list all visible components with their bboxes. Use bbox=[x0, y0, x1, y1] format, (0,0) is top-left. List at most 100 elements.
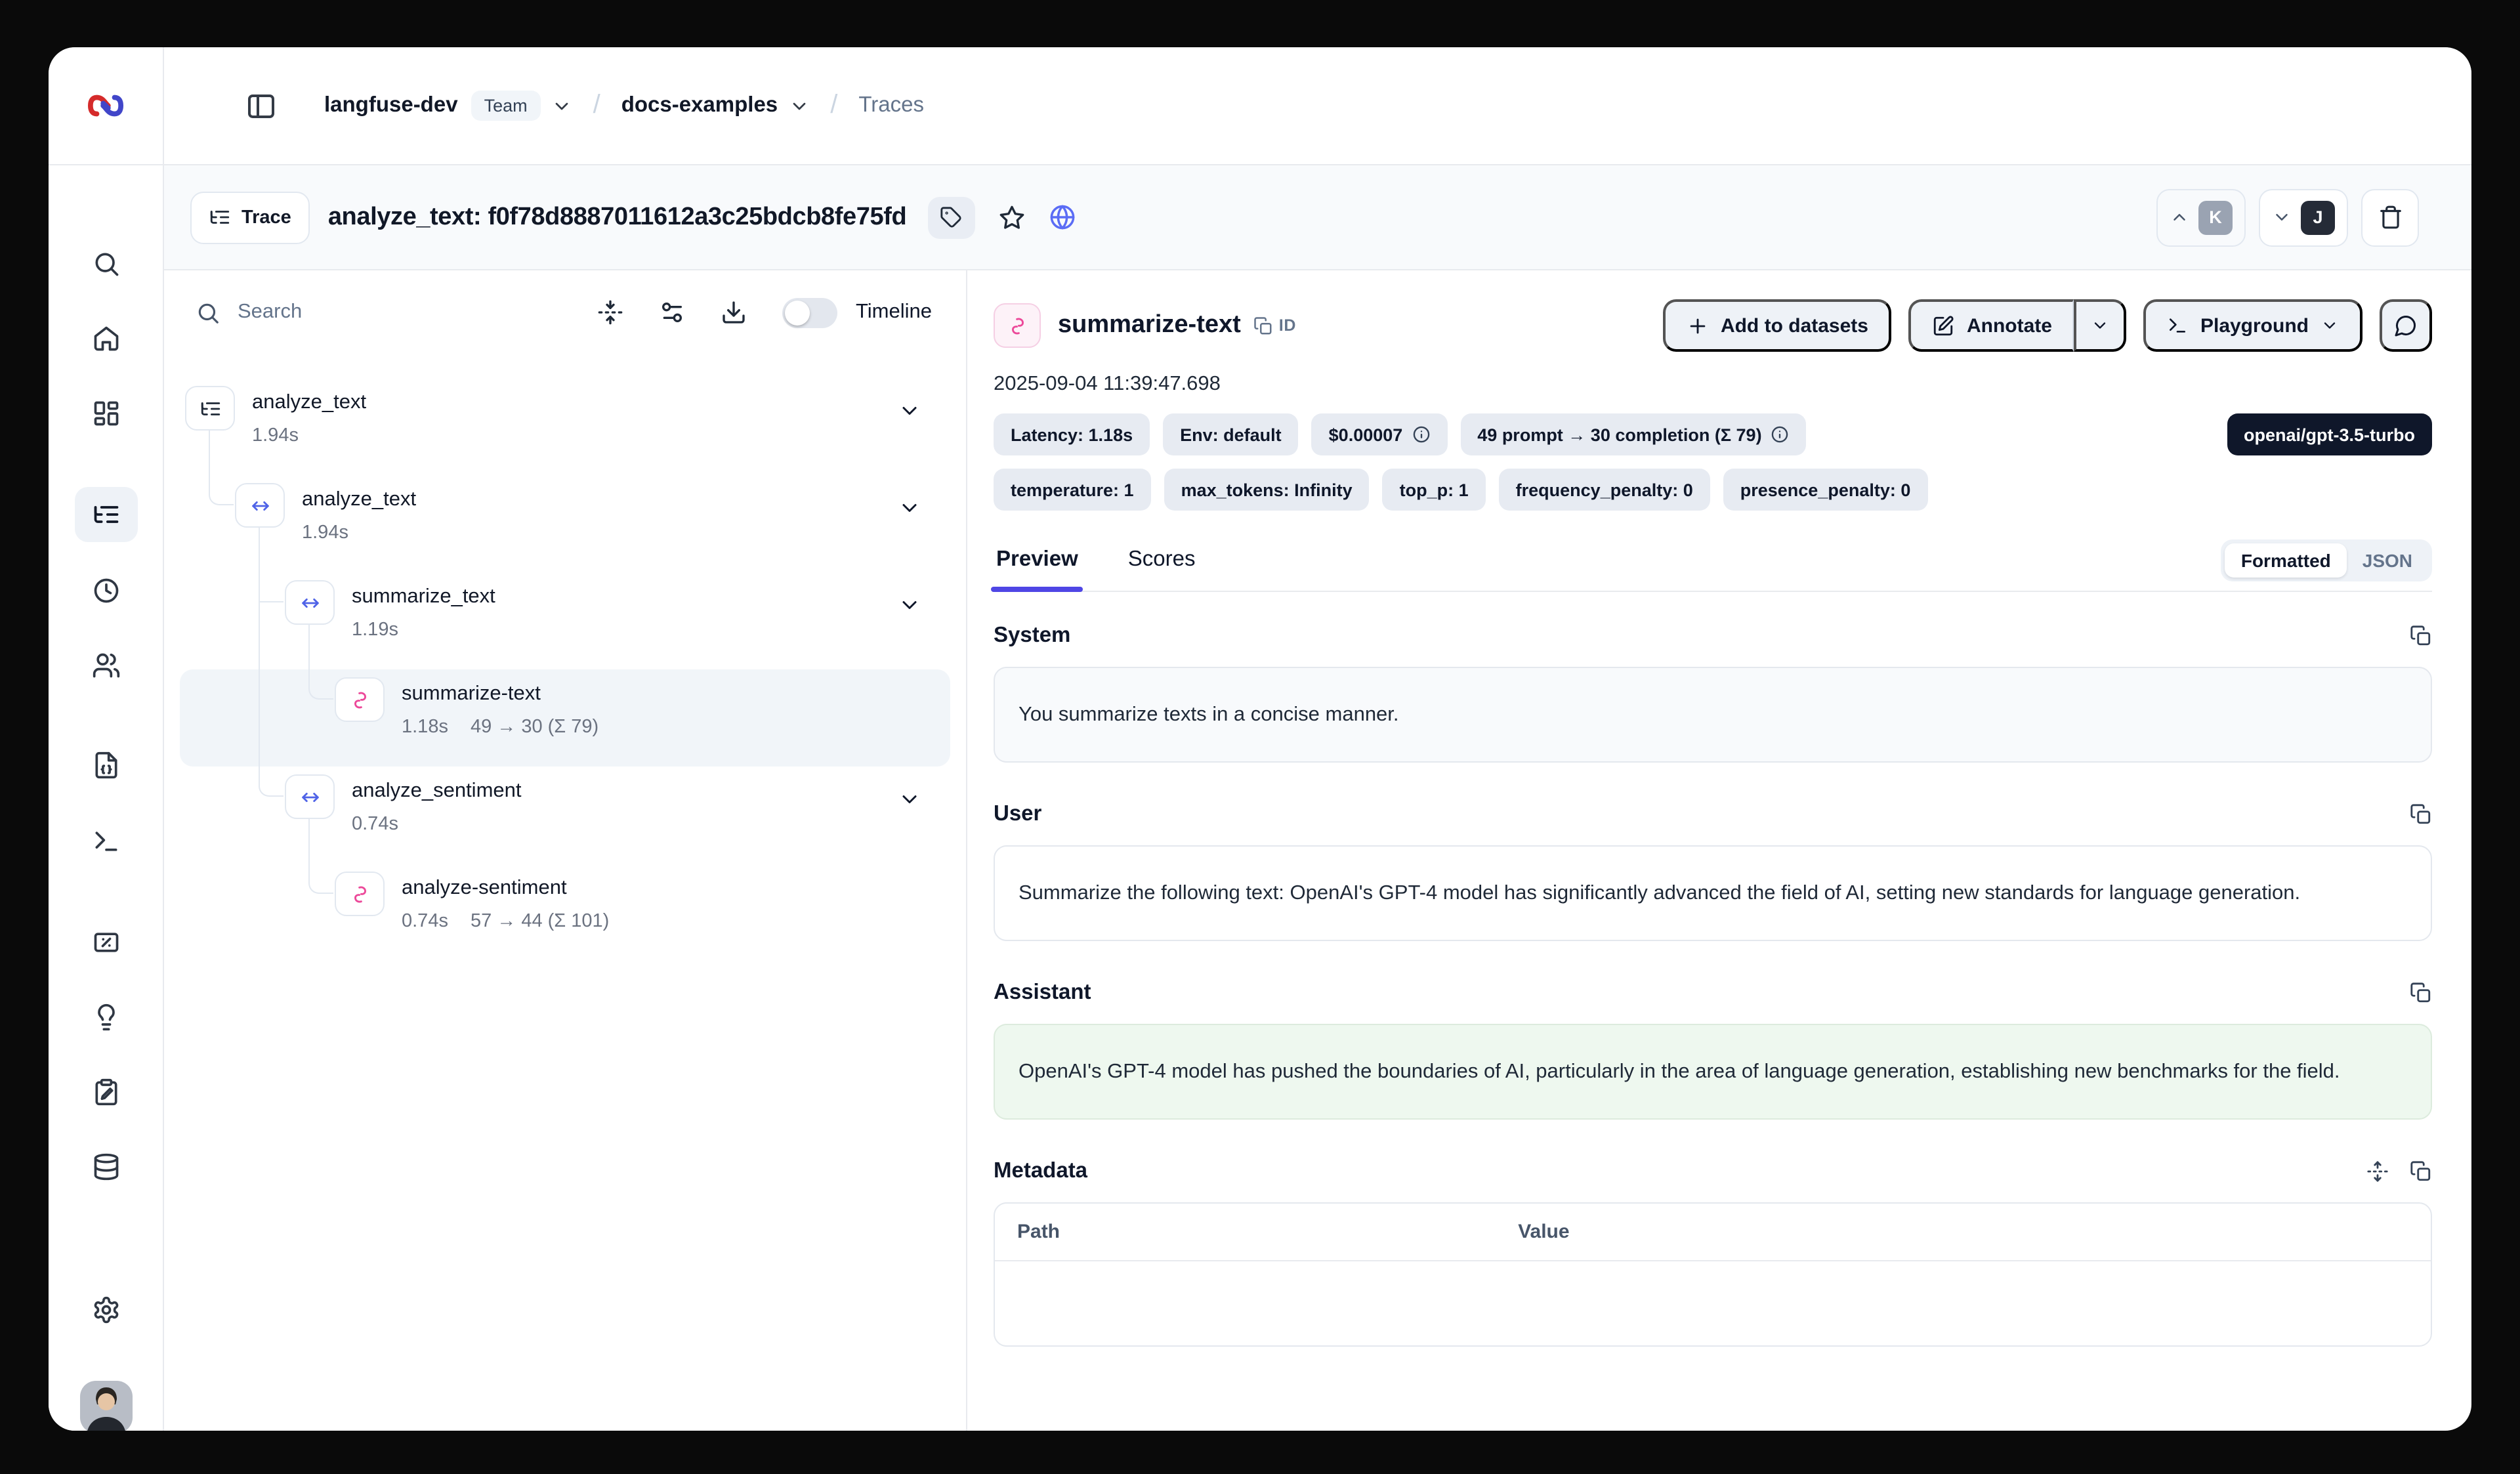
tree-search-placeholder: Search bbox=[238, 301, 302, 324]
annotation-clipboard-icon[interactable] bbox=[91, 1078, 120, 1106]
id-label: ID bbox=[1279, 316, 1296, 335]
prompts-file-icon[interactable] bbox=[91, 751, 120, 780]
node-duration: 0.74s bbox=[402, 911, 448, 932]
node-duration: 1.94s bbox=[302, 522, 348, 543]
globe-icon[interactable] bbox=[1048, 203, 1076, 231]
tree-node-generation-selected[interactable]: summarize-text1.18s49 → 30 (Σ 79) bbox=[335, 677, 598, 738]
trace-tree: analyze_text1.94s analyze_text1.94s summ… bbox=[164, 354, 966, 1431]
tag-icon[interactable] bbox=[927, 196, 975, 238]
system-section-heading: System bbox=[994, 623, 2432, 648]
copy-icon[interactable] bbox=[2410, 803, 2432, 826]
download-icon[interactable] bbox=[721, 299, 747, 326]
home-icon[interactable] bbox=[91, 324, 120, 353]
annotate-button[interactable]: Annotate bbox=[1909, 299, 2074, 352]
breadcrumb-environment[interactable]: docs-examples bbox=[621, 93, 778, 118]
prev-observation-button[interactable]: K bbox=[2156, 188, 2246, 246]
preview-sections: System You summarize texts in a concise … bbox=[994, 592, 2432, 1347]
copy-id-button[interactable]: ID bbox=[1254, 316, 1296, 335]
playground-button[interactable]: Playground bbox=[2144, 299, 2362, 352]
tree-node-span[interactable]: analyze_sentiment 0.74s bbox=[285, 774, 522, 835]
node-label: analyze-sentiment bbox=[402, 872, 609, 902]
settings-gear-icon[interactable] bbox=[91, 1295, 120, 1324]
tab-scores[interactable]: Scores bbox=[1125, 537, 1198, 591]
breadcrumb-project[interactable]: langfuse-dev bbox=[324, 93, 458, 118]
tree-search-input[interactable]: Search bbox=[196, 300, 302, 325]
tree-node-generation[interactable]: analyze-sentiment0.74s57 → 44 (Σ 101) bbox=[335, 872, 609, 932]
keycap-j: J bbox=[2301, 200, 2335, 234]
node-label: analyze_text bbox=[302, 483, 416, 513]
copy-icon[interactable] bbox=[2410, 1160, 2432, 1183]
star-icon[interactable] bbox=[998, 204, 1024, 230]
comments-button[interactable] bbox=[2380, 299, 2432, 352]
assistant-section-heading: Assistant bbox=[994, 980, 2432, 1005]
breadcrumb-separator: / bbox=[593, 91, 600, 121]
breadcrumb-page[interactable]: Traces bbox=[858, 93, 924, 118]
collapse-chevron-icon[interactable] bbox=[898, 593, 921, 617]
insights-lightbulb-icon[interactable] bbox=[91, 1003, 120, 1032]
dashboard-icon[interactable] bbox=[91, 399, 120, 428]
max-tokens-badge: max_tokens: Infinity bbox=[1164, 469, 1370, 511]
format-json-option[interactable]: JSON bbox=[2347, 543, 2428, 578]
breadcrumb-separator: / bbox=[830, 91, 837, 121]
user-avatar[interactable] bbox=[79, 1381, 132, 1431]
node-duration: 0.74s bbox=[352, 814, 398, 835]
collapse-chevron-icon[interactable] bbox=[898, 399, 921, 423]
add-to-datasets-button[interactable]: Add to datasets bbox=[1663, 299, 1892, 352]
keycap-k: K bbox=[2198, 200, 2233, 234]
next-observation-button[interactable]: J bbox=[2259, 188, 2348, 246]
langfuse-logo[interactable] bbox=[49, 47, 163, 165]
system-message-box: You summarize texts in a concise manner. bbox=[994, 667, 2432, 763]
delete-trace-button[interactable] bbox=[2361, 188, 2419, 246]
datasets-database-icon[interactable] bbox=[91, 1152, 120, 1181]
badges-row-2: temperature: 1 max_tokens: Infinity top_… bbox=[994, 469, 2432, 511]
tree-node-trace[interactable]: analyze_text1.94s bbox=[185, 386, 366, 446]
collapse-all-icon[interactable] bbox=[597, 299, 623, 326]
node-label: summarize_text bbox=[352, 580, 495, 610]
playground-label: Playground bbox=[2200, 314, 2309, 337]
node-label: analyze_sentiment bbox=[352, 774, 522, 805]
cost-badge[interactable]: $0.00007 bbox=[1312, 413, 1448, 455]
team-badge: Team bbox=[471, 91, 541, 121]
trace-icon bbox=[185, 386, 235, 431]
sidebar-rail bbox=[49, 47, 164, 1431]
env-badge: Env: default bbox=[1163, 413, 1299, 455]
node-duration: 1.18s bbox=[402, 717, 448, 738]
user-section-heading: User bbox=[994, 802, 2432, 827]
chevron-down-icon[interactable] bbox=[551, 95, 572, 116]
add-to-datasets-label: Add to datasets bbox=[1721, 314, 1868, 337]
latency-badge: Latency: 1.18s bbox=[994, 413, 1150, 455]
tab-preview[interactable]: Preview bbox=[994, 537, 1081, 591]
screen: langfuse-dev Team / docs-examples / Trac… bbox=[0, 0, 2520, 1474]
node-label: summarize-text bbox=[402, 677, 598, 707]
tree-node-span[interactable]: summarize_text1.19s bbox=[285, 580, 495, 641]
tokens-badge[interactable]: 49 prompt → 30 completion (Σ 79) bbox=[1460, 413, 1806, 455]
top-p-badge: top_p: 1 bbox=[1383, 469, 1486, 511]
expand-icon[interactable] bbox=[2366, 1160, 2389, 1183]
collapse-chevron-icon[interactable] bbox=[898, 788, 921, 811]
collapse-chevron-icon[interactable] bbox=[898, 496, 921, 520]
trace-title: analyze_text: f0f78d8887011612a3c25bdcb8… bbox=[328, 203, 907, 232]
copy-icon[interactable] bbox=[2410, 625, 2432, 647]
chevron-down-icon[interactable] bbox=[788, 95, 809, 116]
copy-icon[interactable] bbox=[2410, 982, 2432, 1004]
detail-tabs: Preview Scores Formatted JSON bbox=[994, 537, 2432, 592]
evals-percent-icon[interactable] bbox=[91, 928, 120, 957]
annotate-split-button: Annotate bbox=[1909, 299, 2127, 352]
annotate-dropdown-button[interactable] bbox=[2074, 299, 2127, 352]
frequency-penalty-badge: frequency_penalty: 0 bbox=[1499, 469, 1710, 511]
sessions-clock-icon[interactable] bbox=[91, 576, 120, 605]
sidebar-toggle-icon[interactable] bbox=[245, 90, 277, 121]
format-toggle: Formatted JSON bbox=[2221, 539, 2432, 581]
format-formatted-option[interactable]: Formatted bbox=[2225, 543, 2347, 578]
tracing-icon[interactable] bbox=[74, 487, 137, 542]
search-icon[interactable] bbox=[91, 249, 120, 278]
users-icon[interactable] bbox=[91, 651, 120, 680]
tree-node-span[interactable]: analyze_text 1.94s bbox=[235, 483, 416, 543]
timeline-label: Timeline bbox=[856, 301, 932, 324]
app-window: langfuse-dev Team / docs-examples / Trac… bbox=[49, 47, 2471, 1431]
trace-header-bar: Trace analyze_text: f0f78d8887011612a3c2… bbox=[164, 165, 2471, 270]
tree-settings-icon[interactable] bbox=[659, 299, 685, 326]
playground-terminal-icon[interactable] bbox=[91, 827, 120, 856]
model-badge[interactable]: openai/gpt-3.5-turbo bbox=[2227, 413, 2432, 455]
timeline-toggle[interactable] bbox=[782, 297, 837, 327]
